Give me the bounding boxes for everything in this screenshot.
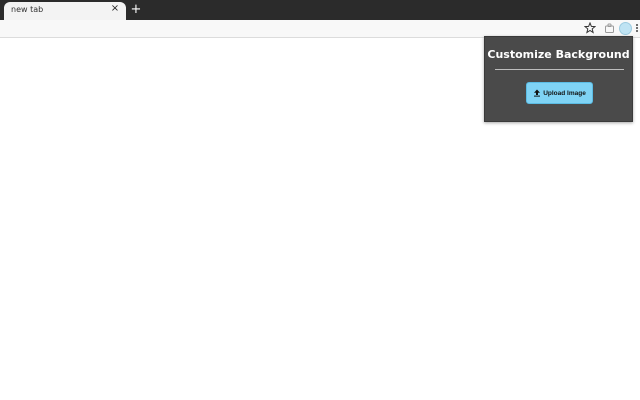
popup-divider (495, 69, 624, 70)
tab-strip: new tab × + (0, 0, 640, 20)
customize-background-popup: Customize Background Upload Image (484, 36, 633, 122)
extension-avatar-icon[interactable] (619, 22, 632, 35)
extension-puzzle-icon[interactable] (604, 23, 615, 34)
star-icon[interactable] (584, 22, 596, 34)
new-tab-button[interactable]: + (129, 3, 143, 17)
upload-icon (534, 89, 541, 97)
tab-title: new tab (11, 5, 44, 14)
popup-title: Customize Background (487, 48, 630, 61)
tab-new-tab[interactable]: new tab × (4, 2, 126, 20)
close-tab-icon[interactable]: × (109, 3, 121, 15)
menu-dots-icon[interactable] (636, 24, 639, 34)
upload-image-button[interactable]: Upload Image (526, 82, 593, 104)
browser-window: new tab × + Customize Background Upload … (0, 0, 640, 400)
upload-button-label: Upload Image (543, 89, 586, 97)
